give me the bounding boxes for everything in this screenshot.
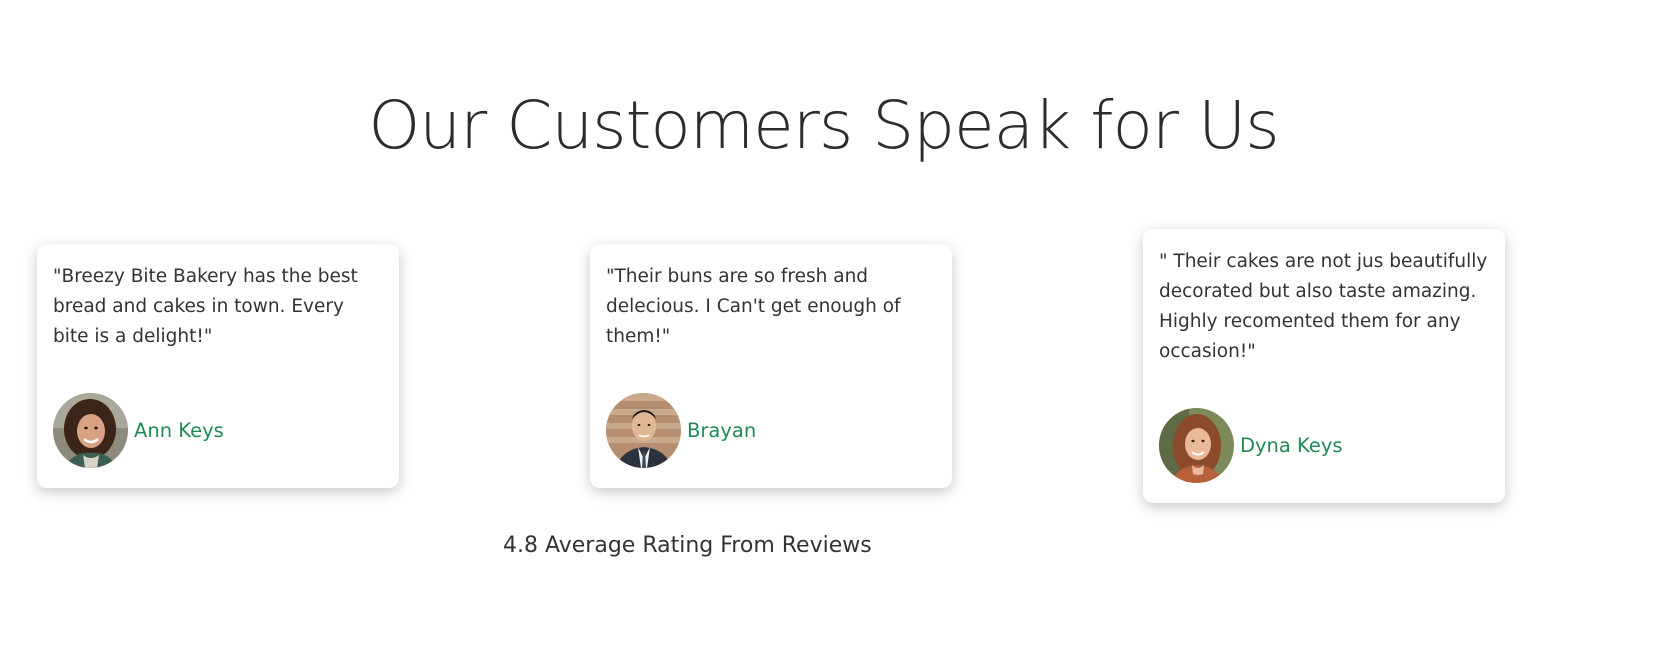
woman-portrait-icon: [53, 393, 128, 468]
avatar: [1159, 408, 1234, 483]
section-title: Our Customers Speak for Us: [368, 87, 1279, 165]
average-rating: 4.8 Average Rating From Reviews: [503, 533, 872, 558]
testimonial-quote: " Their cakes are not jus beautifully de…: [1159, 251, 1488, 362]
avatar: [53, 393, 128, 468]
testimonial-author: Dyna Keys: [1159, 408, 1343, 483]
testimonial-author: Brayan: [606, 393, 756, 468]
testimonial-quote: "Breezy Bite Bakery has the best bread a…: [53, 266, 358, 347]
testimonial-card: "Breezy Bite Bakery has the best bread a…: [37, 244, 399, 488]
woman-portrait-icon: [1159, 408, 1234, 483]
testimonial-quote: "Their buns are so fresh and delecious. …: [606, 266, 901, 347]
testimonial-card: "Their buns are so fresh and delecious. …: [590, 244, 952, 488]
avatar: [606, 393, 681, 468]
author-name: Dyna Keys: [1240, 434, 1343, 457]
man-portrait-icon: [606, 393, 681, 468]
author-name: Ann Keys: [134, 419, 224, 442]
testimonial-card: " Their cakes are not jus beautifully de…: [1143, 229, 1505, 503]
testimonial-author: Ann Keys: [53, 393, 224, 468]
author-name: Brayan: [687, 419, 757, 442]
